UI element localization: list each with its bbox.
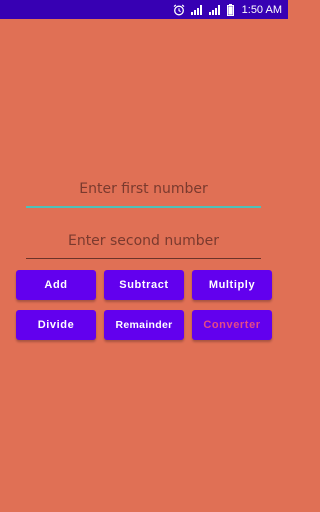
subtract-button[interactable]: Subtract bbox=[104, 270, 184, 300]
second-number-field[interactable] bbox=[26, 230, 261, 259]
battery-icon bbox=[226, 3, 234, 16]
signal-icon bbox=[208, 4, 221, 15]
multiply-button[interactable]: Multiply bbox=[192, 270, 272, 300]
status-bar: 1:50 AM bbox=[0, 0, 288, 19]
first-number-input[interactable] bbox=[26, 178, 261, 200]
converter-button[interactable]: Converter bbox=[192, 310, 272, 340]
first-number-underline bbox=[26, 206, 261, 208]
signal-icon bbox=[190, 4, 203, 15]
second-number-input[interactable] bbox=[26, 230, 261, 252]
status-icons: 1:50 AM bbox=[173, 0, 282, 19]
status-time: 1:50 AM bbox=[241, 3, 282, 16]
remainder-button[interactable]: Remainder bbox=[104, 310, 184, 340]
second-number-underline bbox=[26, 258, 261, 259]
add-button[interactable]: Add bbox=[16, 270, 96, 300]
first-number-field[interactable] bbox=[26, 178, 261, 208]
divide-button[interactable]: Divide bbox=[16, 310, 96, 340]
alarm-icon bbox=[173, 4, 185, 16]
